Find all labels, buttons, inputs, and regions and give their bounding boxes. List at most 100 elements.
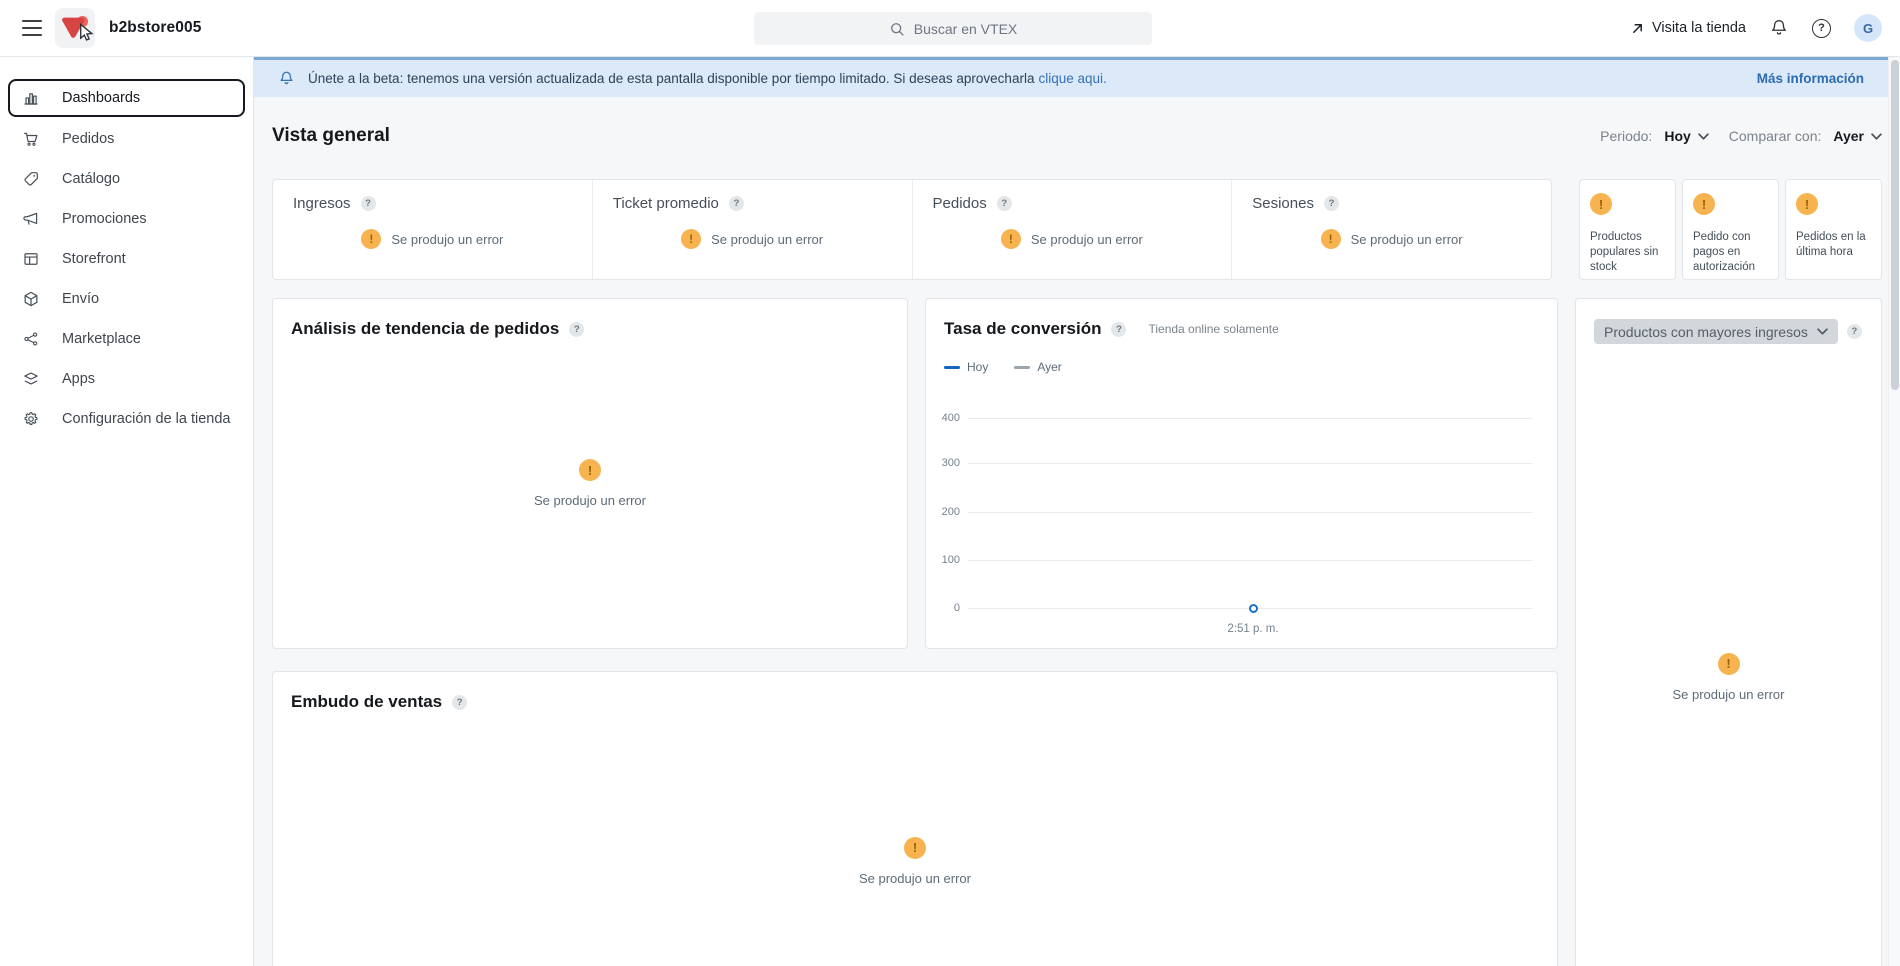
help-icon[interactable]: ? [452,695,467,710]
more-info-link[interactable]: Más información [1757,71,1864,86]
x-tick-label: 2:51 p. m. [1227,623,1278,635]
sidebar-item-dashboards[interactable]: Dashboards [8,79,245,117]
warning-icon: ! [579,459,601,481]
help-icon[interactable]: ? [1324,196,1339,211]
period-label: Periodo: [1600,128,1652,144]
sidebar-item-marketplace[interactable]: Marketplace [0,319,253,359]
topbar-actions: Visita la tienda ? G [1631,14,1888,42]
error-message: Se produjo un error [1031,232,1143,247]
arrow-up-right-icon [1631,22,1644,35]
sidebar-item-label: Catálogo [62,171,120,187]
help-icon[interactable]: ? [1847,324,1862,339]
help-icon[interactable]: ? [569,322,584,337]
card-title: Embudo de ventas [291,692,442,712]
visit-store-link[interactable]: Visita la tienda [1631,20,1746,36]
orders-trend-card: Análisis de tendencia de pedidos ? ! Se … [272,298,908,649]
top-products-card: Productos con mayores ingresos ? ! Se pr… [1575,298,1882,966]
help-button[interactable]: ? [1812,19,1831,38]
notifications-button[interactable] [1769,18,1789,38]
error-message: Se produjo un error [1672,687,1784,702]
sales-funnel-card: Embudo de ventas ? ! Se produjo un error [272,671,1558,966]
mini-card-label: Pedido con pagos en autorización [1693,230,1768,275]
data-point-hoy[interactable] [1249,604,1258,613]
kpi-title: Ingresos [293,195,351,212]
mini-card-productos-sin-stock[interactable]: ! Productos populares sin stock [1579,179,1676,280]
mini-card-pedidos-ultima-hora[interactable]: ! Pedidos en la última hora [1785,179,1882,280]
mouse-cursor-icon [79,23,96,42]
help-icon[interactable]: ? [997,196,1012,211]
kpi-ingresos: Ingresos? ! Se produjo un error [273,180,592,279]
gear-icon [22,410,40,428]
kpi-title: Pedidos [933,195,987,212]
kpi-pedidos: Pedidos? !Se produjo un error [912,180,1232,279]
vtex-logo[interactable] [55,8,95,48]
banner-intro: Únete a la beta: tenemos una versión act… [308,71,1034,86]
user-avatar[interactable]: G [1854,14,1882,42]
sidebar-item-label: Apps [62,371,95,387]
sidebar-item-apps[interactable]: Apps [0,359,253,399]
layout-icon [22,250,40,268]
sidebar-item-label: Dashboards [62,90,140,106]
menu-hamburger-button[interactable] [22,20,42,36]
sidebar-item-label: Storefront [62,251,126,267]
y-tick-label: 0 [954,602,960,614]
page-header: Vista general Periodo: Hoy Comparar con:… [272,125,1882,147]
search-icon [889,21,905,37]
legend-swatch-hoy [944,366,960,369]
gridline: 300 [968,463,1532,464]
package-icon [22,290,40,308]
search-input[interactable]: Buscar en VTEX [754,12,1152,45]
warning-icon: ! [361,229,381,249]
sidebar-item-envio[interactable]: Envío [0,279,253,319]
top-products-select-value: Productos con mayores ingresos [1604,324,1808,340]
kpi-sesiones: Sesiones? !Se produjo un error [1231,180,1551,279]
compare-select[interactable]: Ayer [1833,128,1882,144]
cart-icon [22,130,40,148]
share-icon [22,330,40,348]
kpi-card: Ingresos? !Se produjo un error Ticket pr… [272,179,1552,280]
sidebar-item-promociones[interactable]: Promociones [0,199,253,239]
period-select[interactable]: Hoy [1664,128,1708,144]
top-products-select[interactable]: Productos con mayores ingresos [1594,319,1838,344]
card-title: Tasa de conversión [944,319,1101,339]
gridline: 100 [968,560,1532,561]
warning-icon: ! [1796,193,1818,215]
sidebar-item-storefront[interactable]: Storefront [0,239,253,279]
page-title: Vista general [272,125,390,147]
help-icon[interactable]: ? [729,196,744,211]
chevron-down-icon [1871,133,1882,140]
sidebar-item-label: Configuración de la tienda [62,411,230,427]
gridline: 200 [968,512,1532,513]
scrollbar-thumb[interactable] [1891,60,1899,390]
banner-cta-link[interactable]: clique aqui. [1038,71,1106,86]
topbar: b2bstore005 Buscar en VTEX Visita la tie… [0,0,1900,57]
legend-item-ayer: Ayer [1014,360,1061,374]
megaphone-icon [22,210,40,228]
legend-swatch-ayer [1014,366,1030,369]
y-tick-label: 100 [942,554,960,566]
sidebar-item-label: Pedidos [62,131,114,147]
chart-legend: Hoy Ayer [944,360,1539,374]
help-icon[interactable]: ? [1111,322,1126,337]
y-tick-label: 300 [942,457,960,469]
sidebar-item-label: Envío [62,291,99,307]
visit-store-label: Visita la tienda [1652,20,1746,36]
conversion-rate-card: Tasa de conversión ? Tienda online solam… [925,298,1558,649]
error-message: Se produjo un error [391,232,503,247]
error-message: Se produjo un error [534,493,646,508]
sidebar-item-catalogo[interactable]: Catálogo [0,159,253,199]
sidebar-item-configuracion[interactable]: Configuración de la tienda [0,399,253,439]
sidebar-item-pedidos[interactable]: Pedidos [0,119,253,159]
compare-value: Ayer [1833,128,1864,144]
warning-icon: ! [1321,229,1341,249]
mini-card-pagos-autorizacion[interactable]: ! Pedido con pagos en autorización [1682,179,1779,280]
warning-icon: ! [681,229,701,249]
legend-item-hoy: Hoy [944,360,988,374]
beta-banner: Únete a la beta: tenemos una versión act… [254,57,1888,97]
conversion-chart: 400 300 200 100 0 2:51 p. m. [944,397,1539,647]
scrollbar[interactable] [1888,57,1900,966]
kpi-title: Sesiones [1252,195,1314,212]
help-icon[interactable]: ? [361,196,376,211]
bar-chart-icon [22,89,40,107]
error-message: Se produjo un error [711,232,823,247]
